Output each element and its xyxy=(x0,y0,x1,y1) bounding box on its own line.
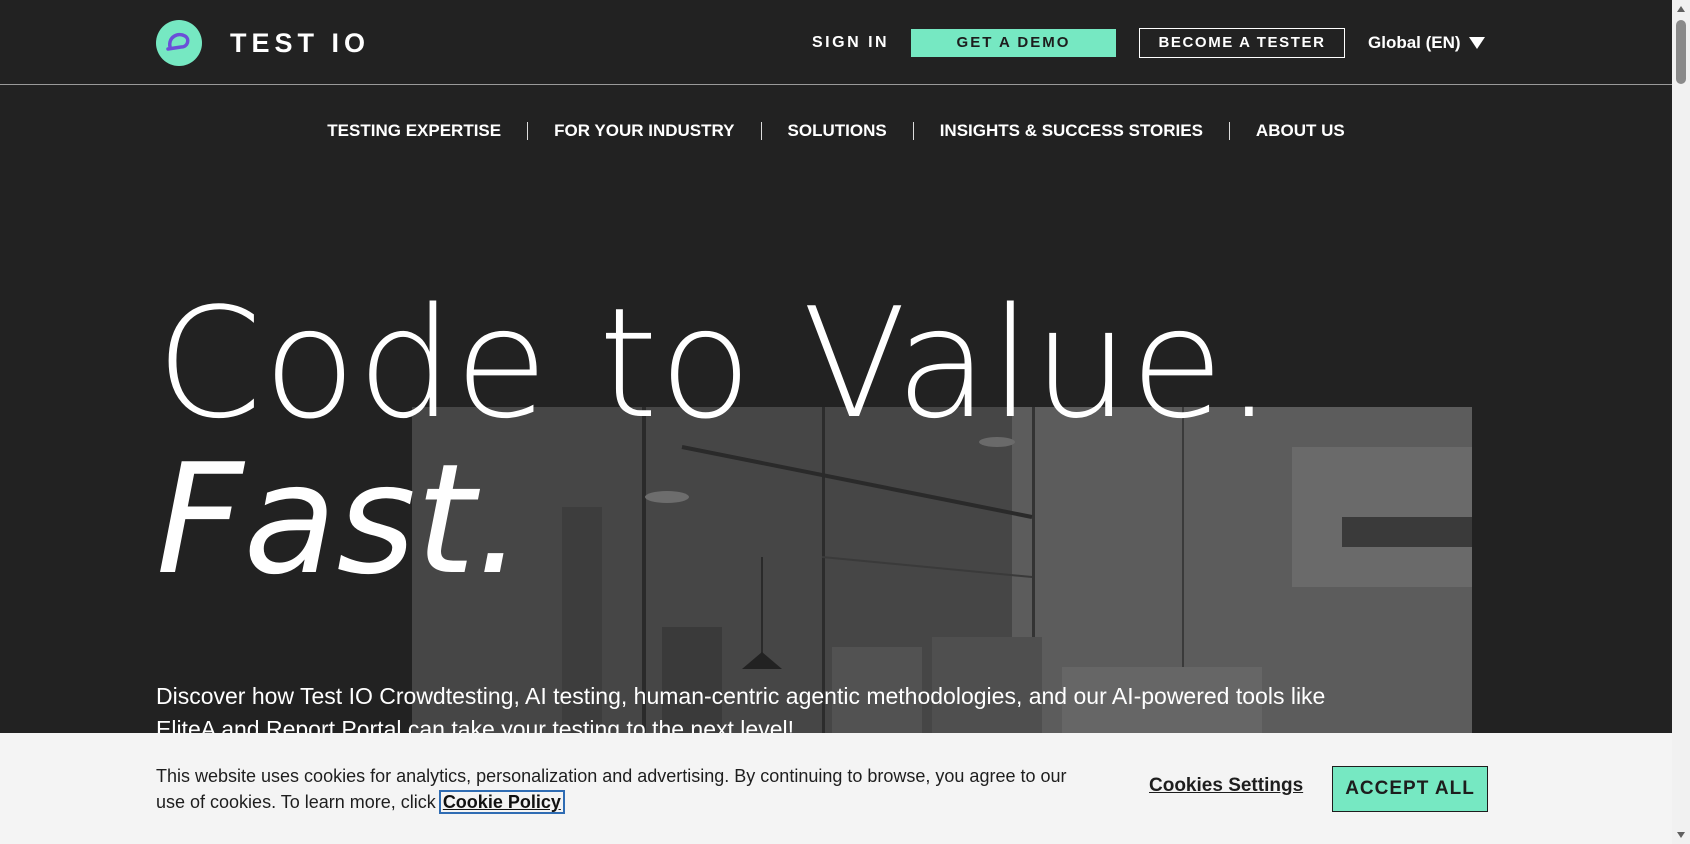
nav-item-insights[interactable]: INSIGHTS & SUCCESS STORIES xyxy=(914,118,1229,144)
scroll-thumb[interactable] xyxy=(1676,20,1686,84)
page-scrollbar[interactable] xyxy=(1672,0,1690,844)
main-nav: TESTING EXPERTISE FOR YOUR INDUSTRY SOLU… xyxy=(0,118,1672,144)
logo-text: TEST IO xyxy=(230,27,371,58)
cookie-banner: This website uses cookies for analytics,… xyxy=(0,733,1672,844)
caret-down-icon xyxy=(1468,37,1485,49)
headline-line-1: Code to Value. xyxy=(156,275,1275,452)
nav-item-testing-expertise[interactable]: TESTING EXPERTISE xyxy=(301,118,527,144)
region-selector[interactable]: Global (EN) xyxy=(1368,28,1485,58)
hero-headline: Code to Value. Fast. xyxy=(156,288,1274,596)
accept-all-button[interactable]: ACCEPT ALL xyxy=(1332,766,1488,812)
top-header: TEST IO SIGN IN GET A DEMO BECOME A TEST… xyxy=(0,0,1672,85)
cookie-message: This website uses cookies for analytics,… xyxy=(156,766,1067,812)
sign-in-link[interactable]: SIGN IN xyxy=(812,28,889,58)
test-io-logo-icon xyxy=(156,20,202,66)
region-label: Global (EN) xyxy=(1368,33,1461,52)
cookie-text: This website uses cookies for analytics,… xyxy=(156,763,1096,815)
nav-item-about-us[interactable]: ABOUT US xyxy=(1230,118,1371,144)
get-demo-button[interactable]: GET A DEMO xyxy=(911,29,1116,57)
cookie-policy-link[interactable]: Cookie Policy xyxy=(438,790,565,814)
logo[interactable]: TEST IO xyxy=(156,20,370,66)
nav-item-solutions[interactable]: SOLUTIONS xyxy=(762,118,913,144)
cookie-settings-link[interactable]: Cookies Settings xyxy=(1149,775,1303,797)
become-tester-button[interactable]: BECOME A TESTER xyxy=(1139,28,1345,58)
nav-item-for-your-industry[interactable]: FOR YOUR INDUSTRY xyxy=(528,118,760,144)
headline-line-2: Fast. xyxy=(156,431,524,608)
scroll-up-arrow-icon[interactable] xyxy=(1677,6,1685,12)
scroll-down-arrow-icon[interactable] xyxy=(1677,832,1685,838)
